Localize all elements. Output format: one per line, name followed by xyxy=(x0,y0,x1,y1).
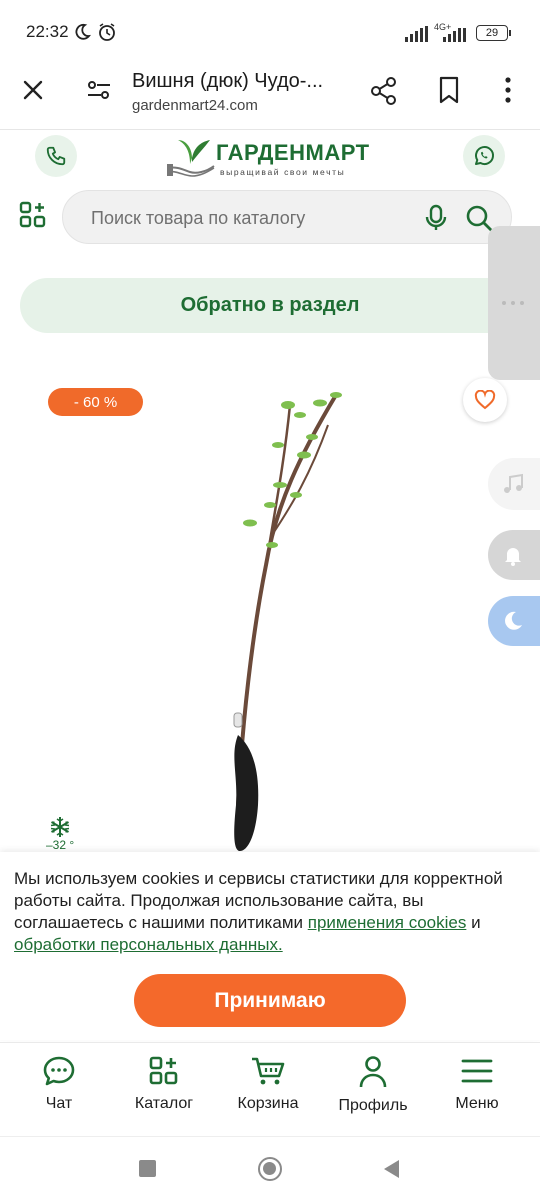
menu-icon xyxy=(461,1059,493,1083)
music-button[interactable] xyxy=(488,458,540,510)
frost-resistance-label: –32 ° xyxy=(46,838,75,852)
status-time: 22:32 xyxy=(26,22,69,41)
system-navigation-bar xyxy=(0,1136,540,1200)
bottom-navigation: Чат Каталог Корзина Профиль Меню xyxy=(0,1042,540,1136)
site-logo[interactable]: ГАРДЕНМАРТ выращивай свои мечты xyxy=(166,134,376,182)
signal-icon xyxy=(405,26,428,42)
nav-label: Чат xyxy=(45,1095,73,1112)
phone-button[interactable] xyxy=(35,135,77,177)
bookmark-icon[interactable] xyxy=(438,76,460,104)
site-header: ГАРДЕНМАРТ выращивай свои мечты xyxy=(0,130,540,258)
nav-label: Меню xyxy=(455,1095,499,1112)
whatsapp-icon xyxy=(475,146,494,165)
catalog-icon xyxy=(149,1056,178,1085)
nav-label: Профиль xyxy=(338,1097,408,1114)
more-icon[interactable] xyxy=(503,76,513,104)
nav-item-catalog[interactable]: Каталог xyxy=(116,1055,212,1113)
back-icon[interactable] xyxy=(382,1159,400,1179)
cookie-text-block: Мы используем cookies и сервисы статисти… xyxy=(14,868,529,956)
share-icon[interactable] xyxy=(370,76,398,106)
cookie-banner: Мы используем cookies и сервисы статисти… xyxy=(0,852,540,1040)
status-bar: 22:32 4G+ 29 xyxy=(0,0,540,62)
personal-data-policy-link[interactable]: обработки персональных данных. xyxy=(14,935,283,954)
cart-icon xyxy=(252,1057,285,1085)
side-panel-handle[interactable] xyxy=(488,226,540,380)
battery-tip xyxy=(509,30,511,36)
search-input[interactable] xyxy=(91,191,411,245)
search-box xyxy=(62,190,512,245)
accept-cookies-button[interactable]: Принимаю xyxy=(134,974,406,1027)
cookie-and-text: и xyxy=(471,913,481,932)
page-domain: gardenmart24.com xyxy=(132,97,258,114)
discount-badge: - 60 % xyxy=(48,388,143,416)
nav-item-cart[interactable]: Корзина xyxy=(220,1055,316,1113)
snowflake-icon xyxy=(50,817,70,837)
music-note-icon xyxy=(504,473,523,493)
nav-item-chat[interactable]: Чат xyxy=(11,1055,107,1113)
dots-icon xyxy=(502,301,524,305)
nav-item-profile[interactable]: Профиль xyxy=(325,1055,421,1115)
back-to-section-button[interactable]: Обратно в раздел xyxy=(20,278,520,333)
logo-sprout-icon xyxy=(167,140,215,177)
cookie-policy-link[interactable]: применения cookies xyxy=(308,913,467,932)
browser-toolbar: Вишня (дюк) Чудо-... gardenmart24.com xyxy=(0,62,540,130)
product-image xyxy=(233,392,342,851)
moon-icon xyxy=(505,611,522,630)
nav-label: Корзина xyxy=(237,1095,299,1112)
profile-icon xyxy=(359,1056,387,1088)
battery-icon: 29 xyxy=(476,25,508,41)
nav-item-menu[interactable]: Меню xyxy=(429,1055,525,1113)
night-mode-button[interactable] xyxy=(488,596,540,646)
notification-button[interactable] xyxy=(488,530,540,580)
bell-icon xyxy=(505,548,521,566)
favorite-button[interactable] xyxy=(463,378,507,422)
nav-label: Каталог xyxy=(134,1095,194,1112)
heart-icon xyxy=(474,390,496,410)
chat-icon xyxy=(43,1056,75,1086)
site-settings-icon[interactable] xyxy=(86,78,112,102)
phone-icon xyxy=(46,146,66,166)
signal-icon xyxy=(443,28,466,42)
whatsapp-button[interactable] xyxy=(463,135,505,177)
catalog-grid-icon[interactable] xyxy=(19,201,47,229)
recent-apps-button[interactable] xyxy=(139,1160,156,1177)
close-icon[interactable] xyxy=(22,79,44,101)
home-button[interactable] xyxy=(258,1157,282,1181)
page-title: Вишня (дюк) Чудо-... xyxy=(132,70,324,92)
moon-icon xyxy=(75,23,91,40)
battery-level: 29 xyxy=(485,27,499,39)
logo-text: ГАРДЕНМАРТ xyxy=(216,140,370,165)
search-icon[interactable] xyxy=(465,204,493,232)
microphone-icon[interactable] xyxy=(425,204,447,232)
logo-slogan: выращивай свои мечты xyxy=(220,167,346,177)
alarm-icon xyxy=(99,23,115,41)
